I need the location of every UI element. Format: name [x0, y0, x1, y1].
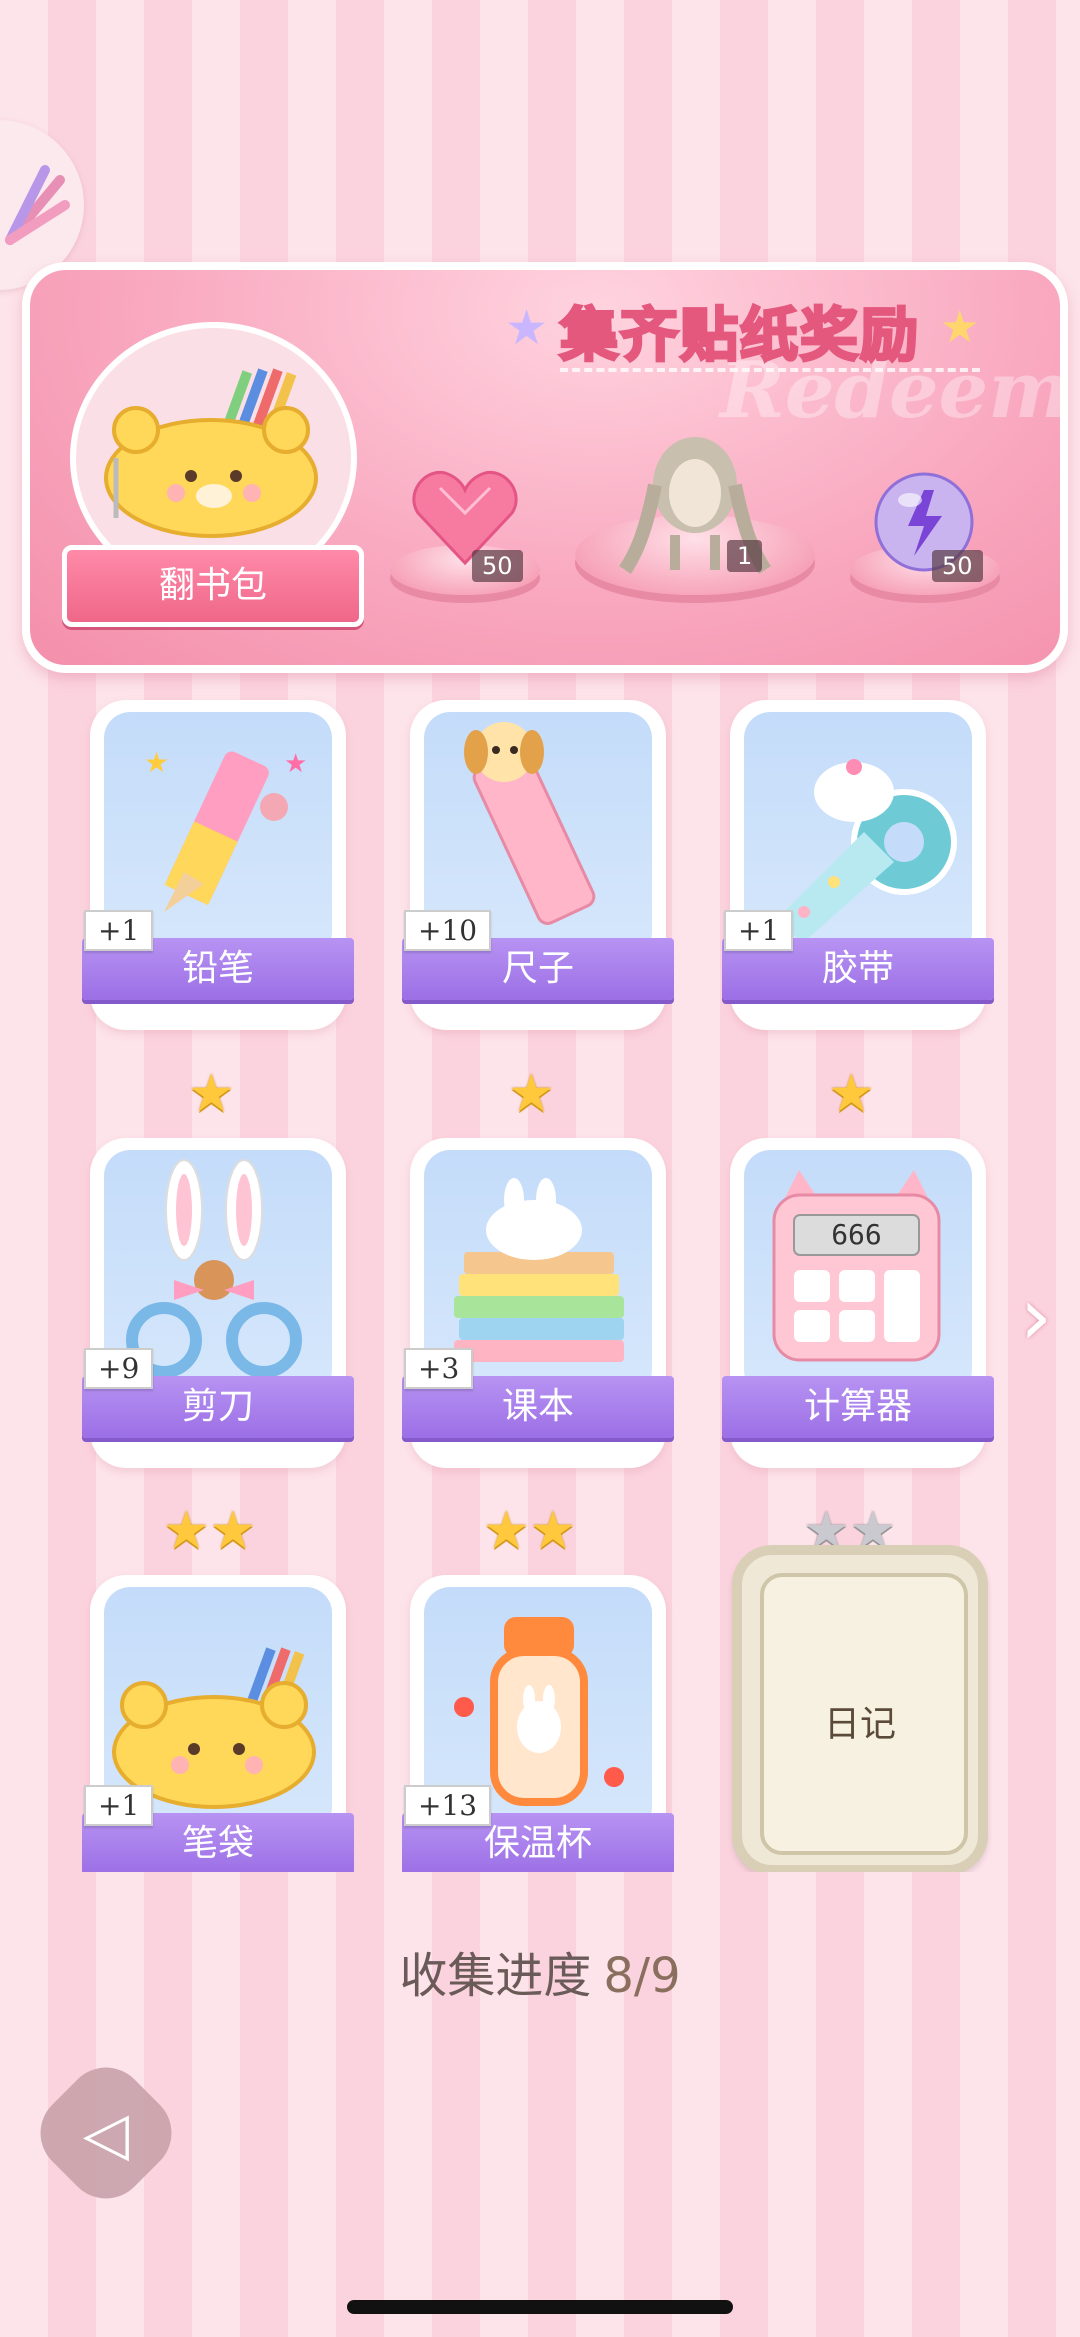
star-rating: ★: [828, 1068, 875, 1120]
calculator-icon: [772, 1170, 941, 1362]
progress-value: 8/9: [603, 1948, 681, 2004]
sticker-card-pencil[interactable]: ★ ★ 铅笔 +1: [82, 700, 354, 1030]
svg-text:★: ★: [284, 749, 307, 779]
sticker-name: 计算器: [722, 1376, 994, 1438]
star-icon: ★: [483, 1501, 530, 1561]
star-icon: ★: [163, 1501, 210, 1561]
reward-item-hairstyle[interactable]: 1: [615, 435, 775, 579]
reward-item-orb[interactable]: 50: [872, 470, 983, 582]
collection-progress: 收集进度 8/9: [0, 1936, 1080, 2006]
sticker-count-badge: +1: [84, 1785, 154, 1826]
calculator-display: 666: [831, 1218, 882, 1251]
sticker-card-tape[interactable]: 胶带 +1: [722, 700, 994, 1030]
star-icon: ★: [940, 302, 980, 353]
chevron-right-icon[interactable]: ›: [1020, 1270, 1052, 1363]
sticker-card-scissors[interactable]: 剪刀 +9: [82, 1138, 354, 1468]
progress-label: 收集进度: [399, 1948, 592, 2004]
sticker-card-textbook[interactable]: 课本 +3: [402, 1138, 674, 1468]
sticker-count-badge: +10: [404, 910, 492, 951]
reward-item-gem[interactable]: 50: [410, 468, 523, 582]
star-rating: ★: [188, 1068, 235, 1120]
sticker-count-badge: +3: [404, 1348, 474, 1389]
star-rating: ★: [508, 1068, 555, 1120]
star-icon: ★: [209, 1501, 257, 1561]
sticker-card-thermos[interactable]: 保温杯 +13: [402, 1575, 674, 1905]
star-icon: ★: [828, 1064, 875, 1124]
featured-label[interactable]: 翻书包: [62, 545, 364, 627]
fan-icon: [5, 165, 70, 245]
svg-text:★: ★: [144, 746, 169, 779]
bear-pencil-pouch-icon: [104, 368, 318, 538]
star-icon: ★: [505, 300, 549, 356]
sticker-card-pencil-case[interactable]: 笔袋 +1: [82, 1575, 354, 1905]
star-rating: ★★: [163, 1505, 256, 1557]
banner-divider: [560, 368, 980, 372]
reward-count: 1: [727, 540, 763, 572]
sticker-card-ruler[interactable]: 尺子 +10: [402, 700, 674, 1030]
sticker-count-badge: +1: [84, 910, 154, 951]
home-indicator[interactable]: [347, 2300, 733, 2314]
sticker-card-diary-locked[interactable]: 日记: [732, 1545, 988, 1875]
sticker-name: 日记: [823, 1704, 896, 1745]
sticker-count-badge: +13: [404, 1785, 492, 1826]
star-icon: ★: [529, 1501, 577, 1561]
reward-count: 50: [932, 550, 983, 582]
star-rating: ★★: [483, 1505, 576, 1557]
sticker-card-calculator[interactable]: 666 计算器: [722, 1138, 994, 1468]
sticker-art: 666: [744, 1150, 972, 1396]
star-icon: ★: [188, 1064, 235, 1124]
sticker-count-badge: +1: [724, 910, 794, 951]
banner-title: 集齐贴纸奖励: [558, 300, 921, 371]
star-icon: ★: [508, 1064, 555, 1124]
reward-count: 50: [472, 550, 523, 582]
back-arrow-icon: ◁: [82, 2099, 130, 2169]
sticker-count-badge: +9: [84, 1348, 154, 1389]
